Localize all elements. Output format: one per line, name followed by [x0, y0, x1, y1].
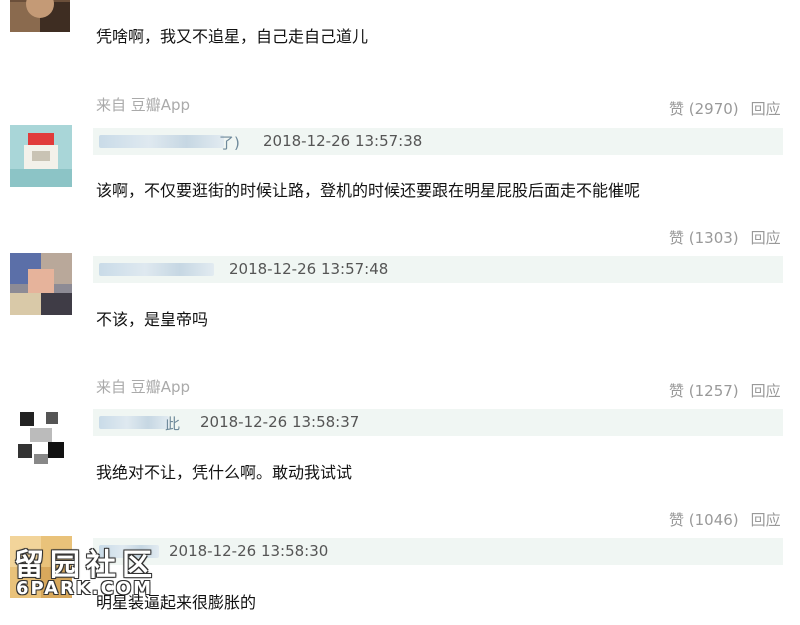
reply-button[interactable]: 回应 [751, 511, 781, 529]
comment-timestamp: 2018-12-26 13:58:37 [200, 413, 360, 431]
username-tail: 此 [165, 415, 181, 433]
reply-button[interactable]: 回应 [751, 382, 781, 400]
avatar-image [10, 406, 72, 468]
comment-header: 2018-12-26 13:58:30 [93, 538, 783, 565]
comment-header: 此 2018-12-26 13:58:37 [93, 409, 783, 436]
avatar-image [10, 253, 72, 315]
avatar[interactable] [10, 406, 72, 468]
avatar-image [10, 0, 70, 32]
avatar-image [10, 125, 72, 187]
comment-header: 了) 2018-12-26 13:57:38 [93, 128, 783, 155]
comment-actions: 赞 (1257) 回应 [669, 380, 781, 401]
like-button[interactable]: 赞 (1303) [669, 229, 739, 247]
reply-button[interactable]: 回应 [751, 100, 781, 118]
avatar[interactable] [10, 253, 72, 315]
avatar[interactable] [10, 0, 70, 32]
username-tail: 了) [219, 134, 240, 152]
reply-button[interactable]: 回应 [751, 229, 781, 247]
comment-text: 不该，是皇帝吗 [96, 310, 209, 329]
comment-source: 来自 豆瓣App [96, 96, 191, 114]
blurred-username[interactable] [99, 135, 224, 148]
like-button[interactable]: 赞 (1257) [669, 382, 739, 400]
comment-timestamp: 2018-12-26 13:57:38 [263, 132, 423, 150]
blurred-username[interactable] [99, 263, 214, 276]
comment-text: 凭啥啊，我又不追星，自己走自己道儿 [96, 27, 369, 46]
like-button[interactable]: 赞 (1046) [669, 511, 739, 529]
like-button[interactable]: 赞 (2970) [669, 100, 739, 118]
comment-actions: 赞 (2970) 回应 [669, 98, 781, 119]
comment-actions: 赞 (1303) 回应 [669, 227, 781, 248]
comment-text: 该啊，不仅要逛街的时候让路，登机的时候还要跟在明星屁股后面走不能催呢 [96, 181, 641, 200]
blurred-username[interactable] [99, 416, 169, 429]
comment-header: 2018-12-26 13:57:48 [93, 256, 783, 283]
comment-text: 我绝对不让，凭什么啊。敢动我试试 [96, 463, 353, 482]
comment-timestamp: 2018-12-26 13:57:48 [229, 260, 389, 278]
comment-timestamp: 2018-12-26 13:58:30 [169, 542, 329, 560]
avatar[interactable] [10, 125, 72, 187]
comment-actions: 赞 (1046) 回应 [669, 509, 781, 530]
watermark: 留园社区 6PARK.COM [12, 540, 162, 602]
comment-source: 来自 豆瓣App [96, 378, 191, 396]
watermark-subtitle: 6PARK.COM [16, 578, 154, 599]
